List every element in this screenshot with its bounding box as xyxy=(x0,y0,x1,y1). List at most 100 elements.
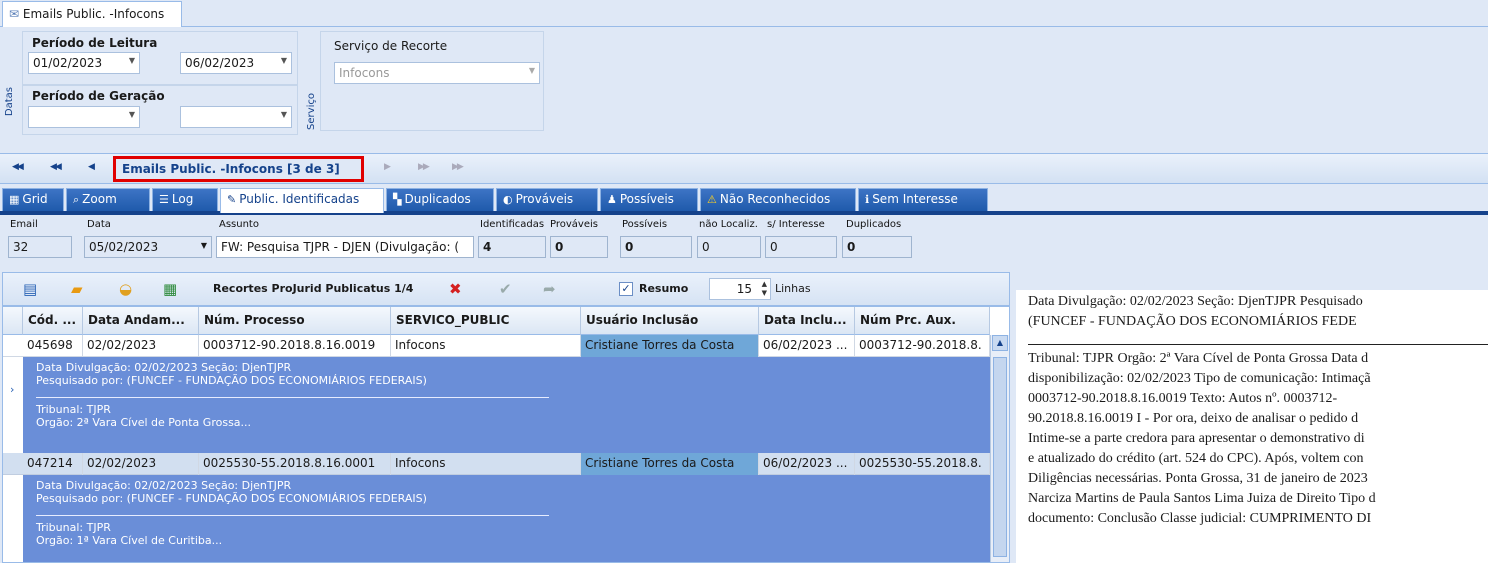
tab-nao-reconhecidos-label: Não Reconhecidos xyxy=(719,192,831,206)
first-record-icon[interactable]: ◀◀ xyxy=(12,162,24,172)
next-page-icon[interactable]: ▶▶ xyxy=(418,162,430,172)
open-folder-icon[interactable]: ▰ xyxy=(71,280,83,298)
column-header[interactable]: Data Inclu... xyxy=(759,307,855,335)
periodo-geracao-from-combo[interactable]: ▼ xyxy=(28,106,140,128)
tab-duplicados[interactable]: ▚ Duplicados xyxy=(386,188,494,211)
resumo-checkbox[interactable]: ✓ xyxy=(619,282,633,296)
current-row-icon: › xyxy=(10,383,15,396)
tab-provaveis-label: Prováveis xyxy=(515,192,574,206)
chevron-down-icon[interactable]: ▼ xyxy=(201,241,207,250)
chevron-down-icon[interactable]: ▼ xyxy=(281,56,287,65)
scrollbar-thumb[interactable] xyxy=(993,357,1007,557)
grid-icon: ▦ xyxy=(9,193,20,206)
grid-toolbar-title: Recortes ProJurid Publicatus 1/4 xyxy=(213,282,414,295)
assunto-field[interactable]: FW: Pesquisa TJPR - DJEN (Divulgação: ( xyxy=(216,236,474,258)
tab-nao-reconhecidos[interactable]: ⚠ Não Reconhecidos xyxy=(700,188,856,211)
next-record-icon[interactable]: ▶ xyxy=(384,162,391,172)
periodo-leitura-from-value: 01/02/2023 xyxy=(33,56,103,70)
log-icon: ☰ xyxy=(159,193,169,206)
preview-line: Orgão: 2ª Vara Cível de Ponta Grossa... xyxy=(36,416,252,429)
scroll-up-icon[interactable]: ▲ xyxy=(992,335,1008,351)
document-tab[interactable]: ✉ Emails Public. -Infocons xyxy=(2,1,182,28)
tab-possiveis[interactable]: ♟ Possíveis xyxy=(600,188,698,211)
navigator-title-highlight: Emails Public. -Infocons [3 de 3] xyxy=(113,156,364,182)
periodo-leitura-from-combo[interactable]: 01/02/2023 ▼ xyxy=(28,52,140,74)
duplicados-field: 0 xyxy=(842,236,912,258)
warning-icon: ⚠ xyxy=(707,193,717,206)
detail-line: documento: Conclusão Classe judicial: CU… xyxy=(1028,511,1372,526)
detail-line: Data Divulgação: 02/02/2023 Seção: DjenT… xyxy=(1028,294,1363,309)
probable-icon: ◐ xyxy=(503,193,513,206)
forward-icon[interactable]: ➦ xyxy=(543,280,556,298)
detail-line: disponibilização: 02/02/2023 Tipo de com… xyxy=(1028,371,1371,386)
chevron-down-icon[interactable]: ▼ xyxy=(281,110,287,119)
vertical-scrollbar[interactable]: ▲ xyxy=(990,335,1009,562)
column-header[interactable]: Usuário Inclusão xyxy=(581,307,759,335)
detail-line: (FUNCEF - FUNDAÇÃO DOS ECONOMIÁRIOS FEDE xyxy=(1028,314,1357,329)
column-header[interactable]: Núm Prc. Aux. xyxy=(855,307,990,335)
column-header[interactable]: Data Andam... xyxy=(83,307,199,335)
approve-icon[interactable]: ✔ xyxy=(499,280,512,298)
navigator-title: Emails Public. -Infocons [3 de 3] xyxy=(122,162,340,176)
tab-log[interactable]: ☰ Log xyxy=(152,188,218,211)
cell-num-prc-aux: 0003712-90.2018.8. xyxy=(855,335,990,357)
excel-icon[interactable]: ▦ xyxy=(163,280,177,298)
last-record-icon[interactable]: ▶▶ xyxy=(452,162,464,172)
table-row[interactable]: 047214 02/02/2023 0025530-55.2018.8.16.0… xyxy=(3,453,990,475)
s-interesse-label: s/ Interesse xyxy=(767,219,825,230)
cell-num-processo: 0003712-90.2018.8.16.0019 xyxy=(199,335,391,357)
spinner-arrows-icon[interactable]: ▲ ▼ xyxy=(762,280,767,298)
periodo-leitura-label: Período de Leitura xyxy=(32,36,158,50)
servico-recorte-combo[interactable]: Infocons ▼ xyxy=(334,62,540,84)
process-icon[interactable]: ◒ xyxy=(119,280,132,298)
chevron-down-icon[interactable]: ▼ xyxy=(529,66,535,75)
tab-log-label: Log xyxy=(171,192,194,206)
row-preview: Data Divulgação: 02/02/2023 Seção: DjenT… xyxy=(23,357,990,453)
periodo-geracao-to-combo[interactable]: ▼ xyxy=(180,106,292,128)
chevron-down-icon[interactable]: ▼ xyxy=(129,110,135,119)
s-interesse-field: 0 xyxy=(765,236,837,258)
email-label: Email xyxy=(10,219,38,230)
chevron-down-icon[interactable]: ▼ xyxy=(129,56,135,65)
publications-icon: ✎ xyxy=(227,193,237,206)
table-row[interactable]: 045698 02/02/2023 0003712-90.2018.8.16.0… xyxy=(3,335,990,357)
provaveis-field: 0 xyxy=(550,236,608,258)
column-header[interactable]: SERVICO_PUBLIC xyxy=(391,307,581,335)
publications-grid: Cód. ... Data Andam... Núm. Processo SER… xyxy=(2,306,1010,563)
cell-servico: Infocons xyxy=(391,335,581,357)
tab-zoom-label: Zoom xyxy=(82,192,117,206)
tab-duplicados-label: Duplicados xyxy=(404,192,471,206)
periodo-leitura-to-value: 06/02/2023 xyxy=(185,56,255,70)
prev-page-icon[interactable]: ◀◀ xyxy=(50,162,62,172)
duplicates-icon: ▚ xyxy=(393,193,402,206)
detail-line: Tribunal: TJPR Orgão: 2ª Vara Cível de P… xyxy=(1028,351,1369,366)
cell-data-andamento: 02/02/2023 xyxy=(83,453,199,475)
tab-provaveis[interactable]: ◐ Prováveis xyxy=(496,188,598,211)
data-field[interactable]: 05/02/2023 ▼ xyxy=(84,236,212,258)
prev-record-icon[interactable]: ◀ xyxy=(88,162,95,172)
document-tab-label: Emails Public. -Infocons xyxy=(22,7,165,21)
detail-line: Intime-se a parte credora para apresenta… xyxy=(1028,431,1365,446)
column-header[interactable]: Cód. ... xyxy=(23,307,83,335)
tab-grid[interactable]: ▦ Grid xyxy=(2,188,64,211)
detail-line: Narciza Martins de Paula Santos Lima Jui… xyxy=(1028,491,1376,506)
detail-line: 90.2018.8.16.0019 I - Por ora, deixo de … xyxy=(1028,411,1359,426)
periodo-leitura-to-combo[interactable]: 06/02/2023 ▼ xyxy=(180,52,292,74)
email-field[interactable]: 32 xyxy=(8,236,72,258)
tab-public-identificadas[interactable]: ✎ Public. Identificadas xyxy=(220,188,384,213)
cell-usuario: Cristiane Torres da Costa xyxy=(581,453,759,475)
publication-detail-text: Data Divulgação: 02/02/2023 Seção: DjenT… xyxy=(1016,290,1488,563)
tab-zoom[interactable]: ⌕ Zoom xyxy=(66,188,150,211)
nao-localiz-label: não Localiz. xyxy=(699,219,758,230)
linhas-spinner[interactable]: 15 ▲ ▼ xyxy=(709,278,771,300)
no-interest-icon: ℹ xyxy=(865,193,870,206)
delete-icon[interactable]: ✖ xyxy=(449,280,462,298)
provaveis-label: Prováveis xyxy=(550,219,598,230)
column-header[interactable]: Núm. Processo xyxy=(199,307,391,335)
preview-separator xyxy=(36,397,549,398)
export-icon[interactable]: ▤ xyxy=(23,280,37,298)
servico-recorte-value: Infocons xyxy=(339,66,390,80)
possiveis-label: Possíveis xyxy=(622,219,668,230)
tab-sem-interesse[interactable]: ℹ Sem Interesse xyxy=(858,188,988,211)
preview-line: Pesquisado por: (FUNCEF - FUNDAÇÃO DOS E… xyxy=(36,374,427,387)
